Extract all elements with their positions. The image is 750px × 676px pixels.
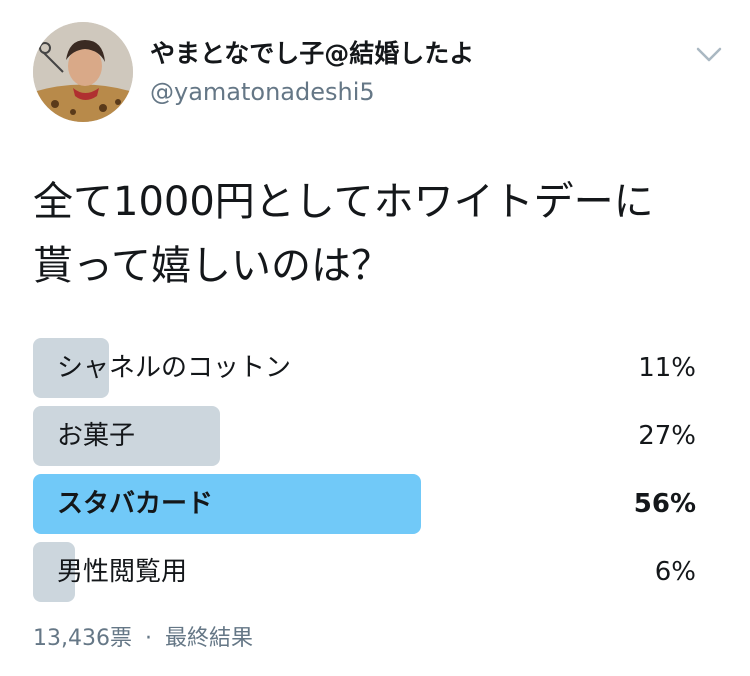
tweet-text-line: 貰って嬉しいのは？ (33, 243, 391, 289)
avatar[interactable] (33, 22, 133, 122)
poll-option: スタバカード 56% (33, 474, 696, 534)
poll: シャネルのコットン 11% お菓子 27% スタバカード 56% 男性閲覧用 6… (33, 338, 696, 610)
display-name[interactable]: やまとなでし子@結婚したよ (150, 34, 474, 70)
poll-status: 最終結果 (164, 626, 253, 651)
poll-option-label: お菓子 (57, 421, 136, 451)
poll-option: 男性閲覧用 6% (33, 542, 696, 602)
tweet-card: やまとなでし子@結婚したよ @yamatonadeshi5 全て1000円として… (0, 0, 750, 676)
poll-option: お菓子 27% (33, 406, 696, 466)
poll-option-percent: 6% (654, 557, 696, 587)
poll-option-label: シャネルのコットン (57, 353, 292, 383)
poll-option-percent: 56% (633, 489, 696, 519)
poll-option-percent: 27% (638, 421, 696, 451)
poll-option-label: スタバカード (57, 489, 214, 519)
vote-count: 13,436票 (33, 626, 132, 651)
poll-option: シャネルのコットン 11% (33, 338, 696, 398)
separator: · (144, 626, 152, 651)
tweet-text: 全て1000円としてホワイトデーに 貰って嬉しいのは？ (33, 170, 723, 298)
poll-footer: 13,436票 · 最終結果 (33, 620, 253, 652)
poll-option-label: 男性閲覧用 (57, 557, 188, 587)
profile-photo-icon (33, 22, 133, 122)
chevron-down-icon[interactable] (694, 42, 724, 66)
tweet-text-line: 全て1000円としてホワイトデーに (33, 179, 654, 225)
user-handle[interactable]: @yamatonadeshi5 (150, 78, 375, 106)
poll-option-percent: 11% (638, 353, 696, 383)
